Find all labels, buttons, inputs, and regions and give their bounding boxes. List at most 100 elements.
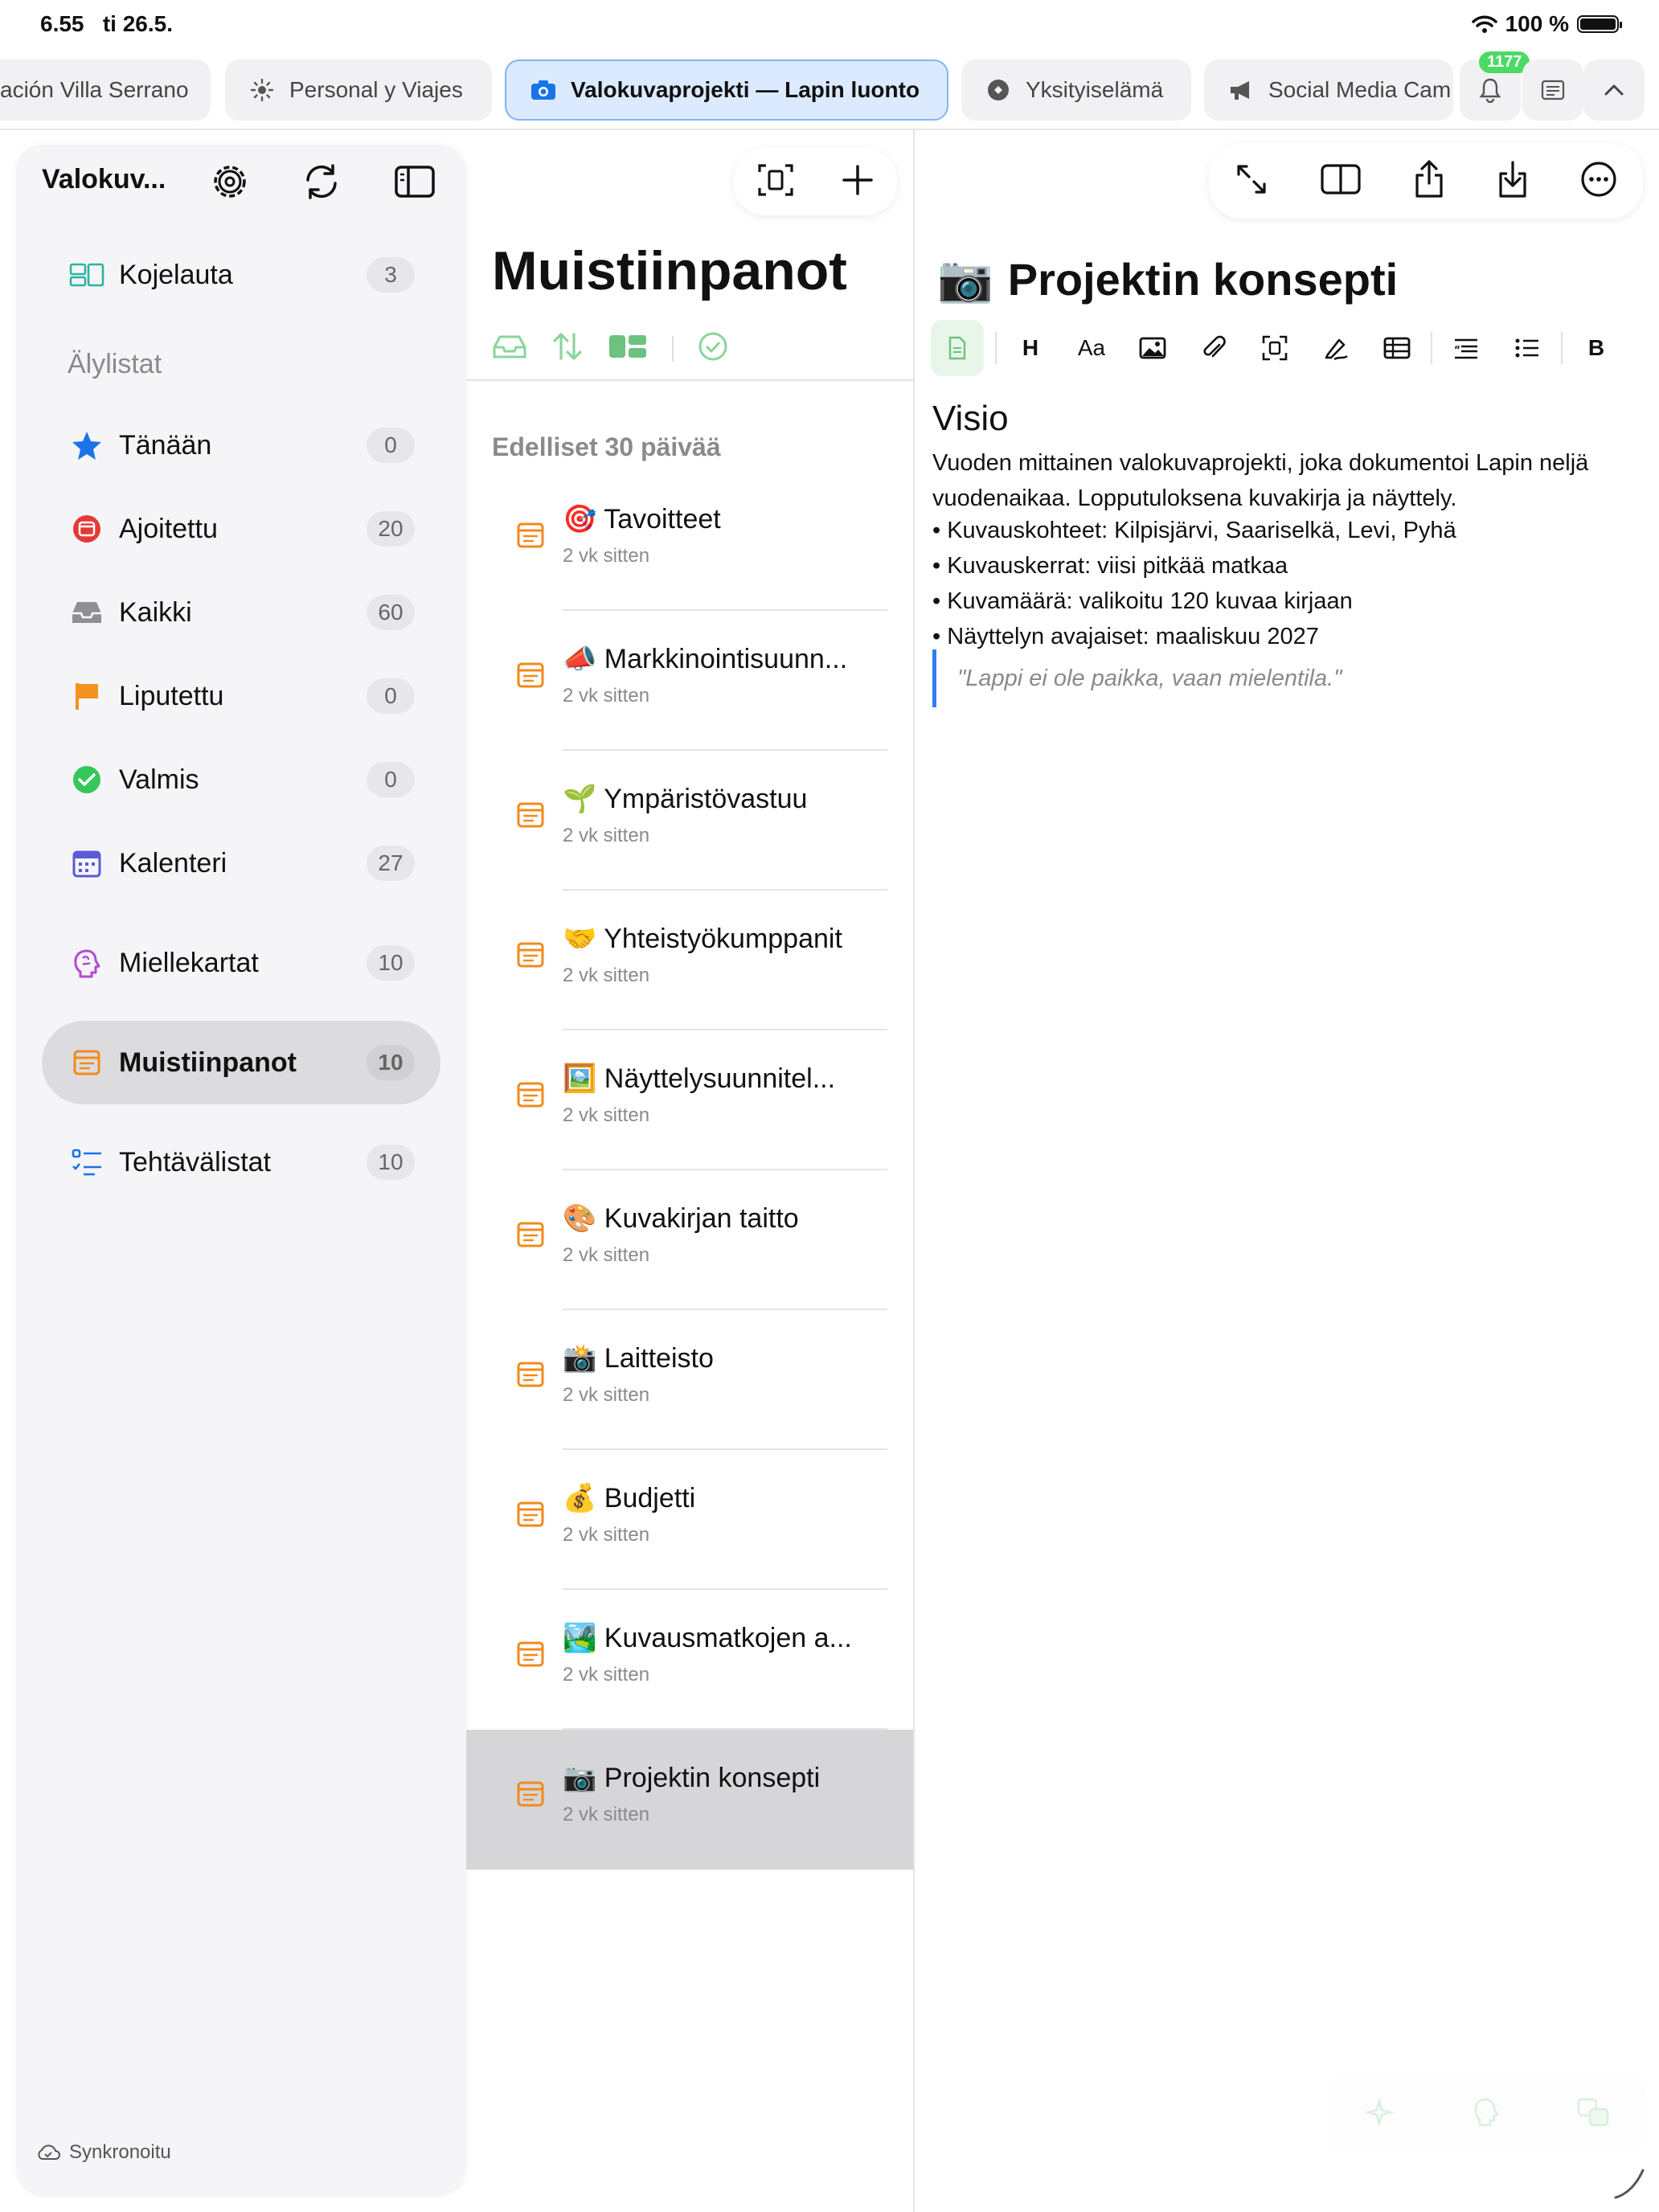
- tab-valokuvaprojekti[interactable]: Valokuvaprojekti — Lapin luonto: [505, 59, 948, 121]
- sidebar-item-miellekartat[interactable]: Miellekartat 10: [42, 929, 440, 997]
- sidebar-item-label: Valmis: [119, 764, 199, 795]
- plus-icon: [842, 164, 873, 195]
- note-list-item[interactable]: 🎨 Kuvakirjan taitto 2 vk sitten: [466, 1170, 913, 1310]
- sidebar-item-count: 3: [367, 257, 415, 293]
- heading-button[interactable]: H: [1000, 320, 1061, 376]
- sidebar-item-ajoitettu[interactable]: Ajoitettu 20: [42, 495, 440, 563]
- note-icon: [517, 1781, 544, 1807]
- note-list-item[interactable]: 🤝 Yhteistyökumppanit 2 vk sitten: [466, 891, 913, 1030]
- fullscreen-button[interactable]: [1235, 162, 1268, 200]
- note-list-item[interactable]: 🌱 Ympäristövastuu 2 vk sitten: [466, 751, 913, 891]
- note-item-emoji: 📷: [563, 1763, 597, 1793]
- check-circle-icon: [698, 332, 727, 361]
- scheduled-icon: [69, 511, 104, 547]
- table-icon: [1383, 337, 1411, 359]
- expand-icon: [1237, 164, 1266, 194]
- note-item-title: 🎨 Kuvakirjan taitto: [563, 1202, 799, 1235]
- note-item-emoji: 💰: [563, 1483, 597, 1514]
- scan-text-icon: [1262, 335, 1288, 361]
- mindmap-ai-button[interactable]: [1471, 2097, 1500, 2132]
- download-button[interactable]: [1497, 159, 1529, 203]
- tab-personal-y-viajes[interactable]: Personal y Viajes: [225, 59, 492, 121]
- settings-button[interactable]: [206, 158, 254, 206]
- quote-button[interactable]: “: [1436, 320, 1497, 376]
- add-note-button[interactable]: [841, 163, 875, 201]
- note-icon: [517, 802, 544, 828]
- sidebar-item-tanaan[interactable]: Tänään 0: [42, 412, 440, 479]
- note-list-item[interactable]: 🎯 Tavoitteet 2 vk sitten: [466, 471, 913, 611]
- bullet-list-button[interactable]: [1497, 320, 1558, 376]
- cloud-check-icon: [38, 2144, 60, 2160]
- attachment-button[interactable]: [1183, 320, 1244, 376]
- note-icon: [517, 1641, 544, 1667]
- sidebar-item-kalenteri[interactable]: Kalenteri 27: [42, 830, 440, 897]
- status-right: 100 %: [1471, 11, 1622, 37]
- reader-button[interactable]: [1522, 59, 1583, 121]
- table-button[interactable]: [1366, 320, 1428, 376]
- note-item-time: 2 vk sitten: [563, 1104, 650, 1126]
- font-button[interactable]: Aa: [1061, 320, 1122, 376]
- sidebar-icon: [395, 166, 435, 198]
- note-paragraph[interactable]: Vuoden mittainen valokuvaprojekti, joka …: [932, 445, 1640, 516]
- sidebar-item-label: Tehtävälistat: [119, 1146, 271, 1178]
- tab-social-media[interactable]: Social Media Cam: [1204, 59, 1453, 121]
- sidebar-item-valmis[interactable]: Valmis 0: [42, 746, 440, 813]
- note-quote[interactable]: "Lappi ei ole paikka, vaan mielentila.": [932, 649, 1342, 707]
- collapse-tabs-button[interactable]: [1583, 59, 1645, 121]
- sparkle-icon: [1364, 2096, 1395, 2128]
- note-item-emoji: 🤝: [563, 924, 597, 954]
- note-bullet[interactable]: • Kuvamäärä: valikoitu 120 kuvaa kirjaan: [932, 588, 1353, 615]
- bell-icon: [1479, 78, 1501, 103]
- sparkle-button[interactable]: [1364, 2096, 1395, 2131]
- sidebar-item-muistiinpanot[interactable]: Muistiinpanot 10: [42, 1021, 440, 1104]
- note-list-item[interactable]: 📸 Laitteisto 2 vk sitten: [466, 1310, 913, 1450]
- note-icon: [517, 1222, 544, 1247]
- sidebar-item-kojelauta[interactable]: Kojelauta 3: [42, 241, 440, 309]
- note-icon: [517, 662, 544, 688]
- notes-section-heading: Edelliset 30 päivää: [492, 432, 721, 461]
- note-list-item[interactable]: 🖼️ Näyttelysuunnitel... 2 vk sitten: [466, 1030, 913, 1170]
- note-title[interactable]: 📷 Projektin konsepti: [937, 252, 1398, 305]
- translate-button[interactable]: [1577, 2098, 1609, 2131]
- split-view-button[interactable]: [1320, 162, 1362, 200]
- note-bullet[interactable]: • Kuvauskerrat: viisi pitkää matkaa: [932, 553, 1288, 580]
- note-bullet[interactable]: • Näyttelyn avajaiset: maaliskuu 2027: [932, 624, 1319, 650]
- note-bullet[interactable]: • Kuvauskohteet: Kilpisjärvi, Saariselkä…: [932, 518, 1456, 544]
- more-button[interactable]: [1580, 161, 1617, 202]
- share-button[interactable]: [1413, 159, 1445, 203]
- inbox-icon: [493, 335, 526, 358]
- note-heading[interactable]: Visio: [932, 399, 1009, 439]
- note-list-item[interactable]: 📣 Markkinointisuunn... 2 vk sitten: [466, 611, 913, 751]
- sidebar-item-kaikki[interactable]: Kaikki 60: [42, 579, 440, 646]
- scan-document-button[interactable]: [756, 161, 795, 203]
- sidebar-item-liputettu[interactable]: Liputettu 0: [42, 662, 440, 730]
- sidebar-item-tehtavalistat[interactable]: Tehtävälistat 10: [42, 1129, 440, 1196]
- tab-yksityiselama[interactable]: Yksityiselämä: [961, 59, 1191, 121]
- note-list-item[interactable]: 📷 Projektin konsepti 2 vk sitten: [466, 1730, 913, 1870]
- image-button[interactable]: [1122, 320, 1183, 376]
- battery-percent: 100 %: [1505, 11, 1569, 36]
- layout-button[interactable]: [608, 334, 648, 363]
- sort-button[interactable]: [551, 331, 584, 366]
- sync-button[interactable]: [297, 158, 346, 206]
- notes-filter-bar: [492, 331, 728, 366]
- draw-button[interactable]: [1305, 320, 1366, 376]
- note-item-time: 2 vk sitten: [563, 1524, 650, 1546]
- list-icon: [1515, 338, 1538, 358]
- note-list-item[interactable]: 💰 Budjetti 2 vk sitten: [466, 1450, 913, 1590]
- bold-button[interactable]: B: [1566, 320, 1627, 376]
- sidebar-item-count: 27: [367, 846, 415, 881]
- sync-status: Synkronoitu: [35, 2141, 171, 2164]
- toggle-sidebar-button[interactable]: [391, 158, 439, 206]
- note-list-item[interactable]: 🏞️ Kuvausmatkojen a... 2 vk sitten: [466, 1590, 913, 1730]
- scan-text-button[interactable]: [1244, 320, 1305, 376]
- note-item-title-text: Kuvakirjan taitto: [604, 1203, 799, 1234]
- brain-icon: [1474, 2098, 1499, 2126]
- toolbar-divider: [995, 332, 997, 364]
- completed-filter-button[interactable]: [698, 331, 728, 366]
- inbox-filter-button[interactable]: [492, 333, 527, 364]
- note-mode-button[interactable]: [931, 320, 984, 376]
- tab-villa-serrano[interactable]: ación Villa Serrano: [0, 59, 211, 121]
- notes-title: Muistiinpanot: [492, 240, 847, 301]
- split-view-icon: [1321, 163, 1361, 195]
